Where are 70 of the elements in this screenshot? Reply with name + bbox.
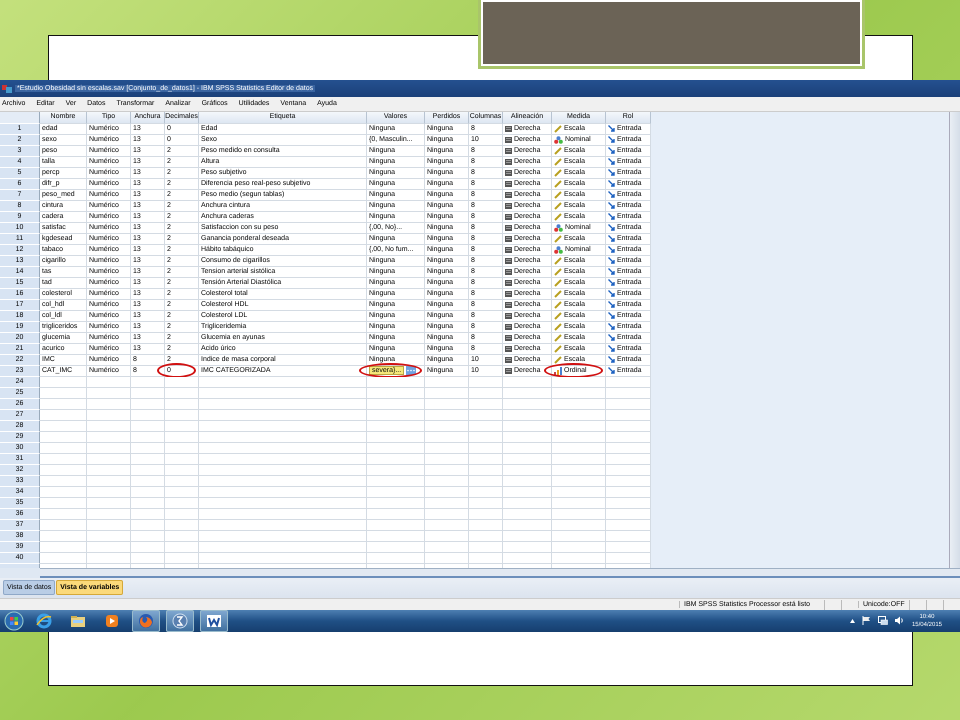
arrow-icon	[608, 290, 615, 298]
arrow-icon	[608, 169, 615, 176]
align-right-icon	[505, 192, 512, 198]
taskbar-button[interactable]	[200, 610, 228, 632]
arrow-icon	[608, 213, 615, 220]
align-right-icon	[505, 136, 512, 143]
arrow-icon	[608, 334, 615, 342]
arrow-icon	[608, 136, 615, 144]
taskbar-button[interactable]	[166, 610, 194, 632]
arrow-icon	[608, 202, 615, 210]
arrow-icon	[608, 345, 615, 352]
align-right-icon	[505, 302, 512, 308]
align-right-icon	[505, 126, 512, 132]
align-right-icon	[505, 290, 512, 297]
dots-icon	[407, 369, 416, 372]
arrow-icon	[608, 356, 615, 364]
align-right-icon	[505, 214, 512, 220]
sigma-icon	[172, 612, 188, 629]
ellipsis-button[interactable]	[406, 366, 416, 376]
document-icon	[206, 612, 222, 629]
align-right-icon	[505, 356, 512, 363]
globe-icon	[138, 612, 154, 629]
arrow-icon	[608, 301, 615, 308]
ruler-icon	[554, 234, 562, 243]
align-right-icon	[505, 148, 512, 154]
horizontal-scrollbar[interactable]	[40, 568, 960, 578]
arrow-icon	[608, 367, 615, 374]
align-right-icon	[505, 368, 512, 374]
play-icon	[104, 612, 120, 629]
start-button[interactable]	[4, 610, 24, 631]
arrow-icon	[608, 158, 615, 166]
app-icon	[2, 84, 12, 93]
align-right-icon	[505, 312, 512, 319]
align-right-icon	[505, 236, 512, 242]
arrow-icon	[608, 323, 615, 330]
network-icon[interactable]	[878, 616, 888, 626]
circles-icon	[554, 224, 563, 232]
align-right-icon	[505, 334, 512, 341]
volume-icon[interactable]	[894, 616, 905, 626]
ruler-icon	[554, 124, 562, 133]
arrow-icon	[608, 268, 615, 276]
align-right-icon	[505, 224, 512, 231]
arrow-icon	[608, 235, 615, 242]
show-hidden-icon[interactable]	[850, 618, 855, 623]
flag-icon[interactable]	[862, 616, 871, 626]
align-right-icon	[505, 170, 512, 176]
arrow-icon	[608, 257, 615, 264]
align-right-icon	[505, 246, 512, 253]
align-right-icon	[505, 202, 512, 209]
arrow-icon	[608, 147, 615, 154]
align-right-icon	[505, 280, 512, 286]
align-right-icon	[505, 258, 512, 264]
arrow-icon	[608, 279, 615, 286]
circles-icon	[554, 246, 563, 254]
arrow-icon	[608, 125, 615, 132]
align-right-icon	[505, 180, 512, 187]
arrow-icon	[608, 246, 615, 254]
arrow-icon	[608, 224, 615, 232]
bar-chart-icon	[554, 366, 562, 375]
arrow-icon	[608, 180, 615, 188]
browser-icon	[36, 612, 52, 629]
vertical-scrollbar[interactable]	[949, 112, 960, 568]
taskbar-button[interactable]	[132, 610, 160, 632]
align-right-icon	[505, 268, 512, 275]
circles-icon	[554, 136, 563, 144]
align-right-icon	[505, 158, 512, 165]
arrow-icon	[608, 312, 615, 320]
arrow-icon	[608, 191, 615, 198]
align-right-icon	[505, 324, 512, 330]
align-right-icon	[505, 346, 512, 352]
